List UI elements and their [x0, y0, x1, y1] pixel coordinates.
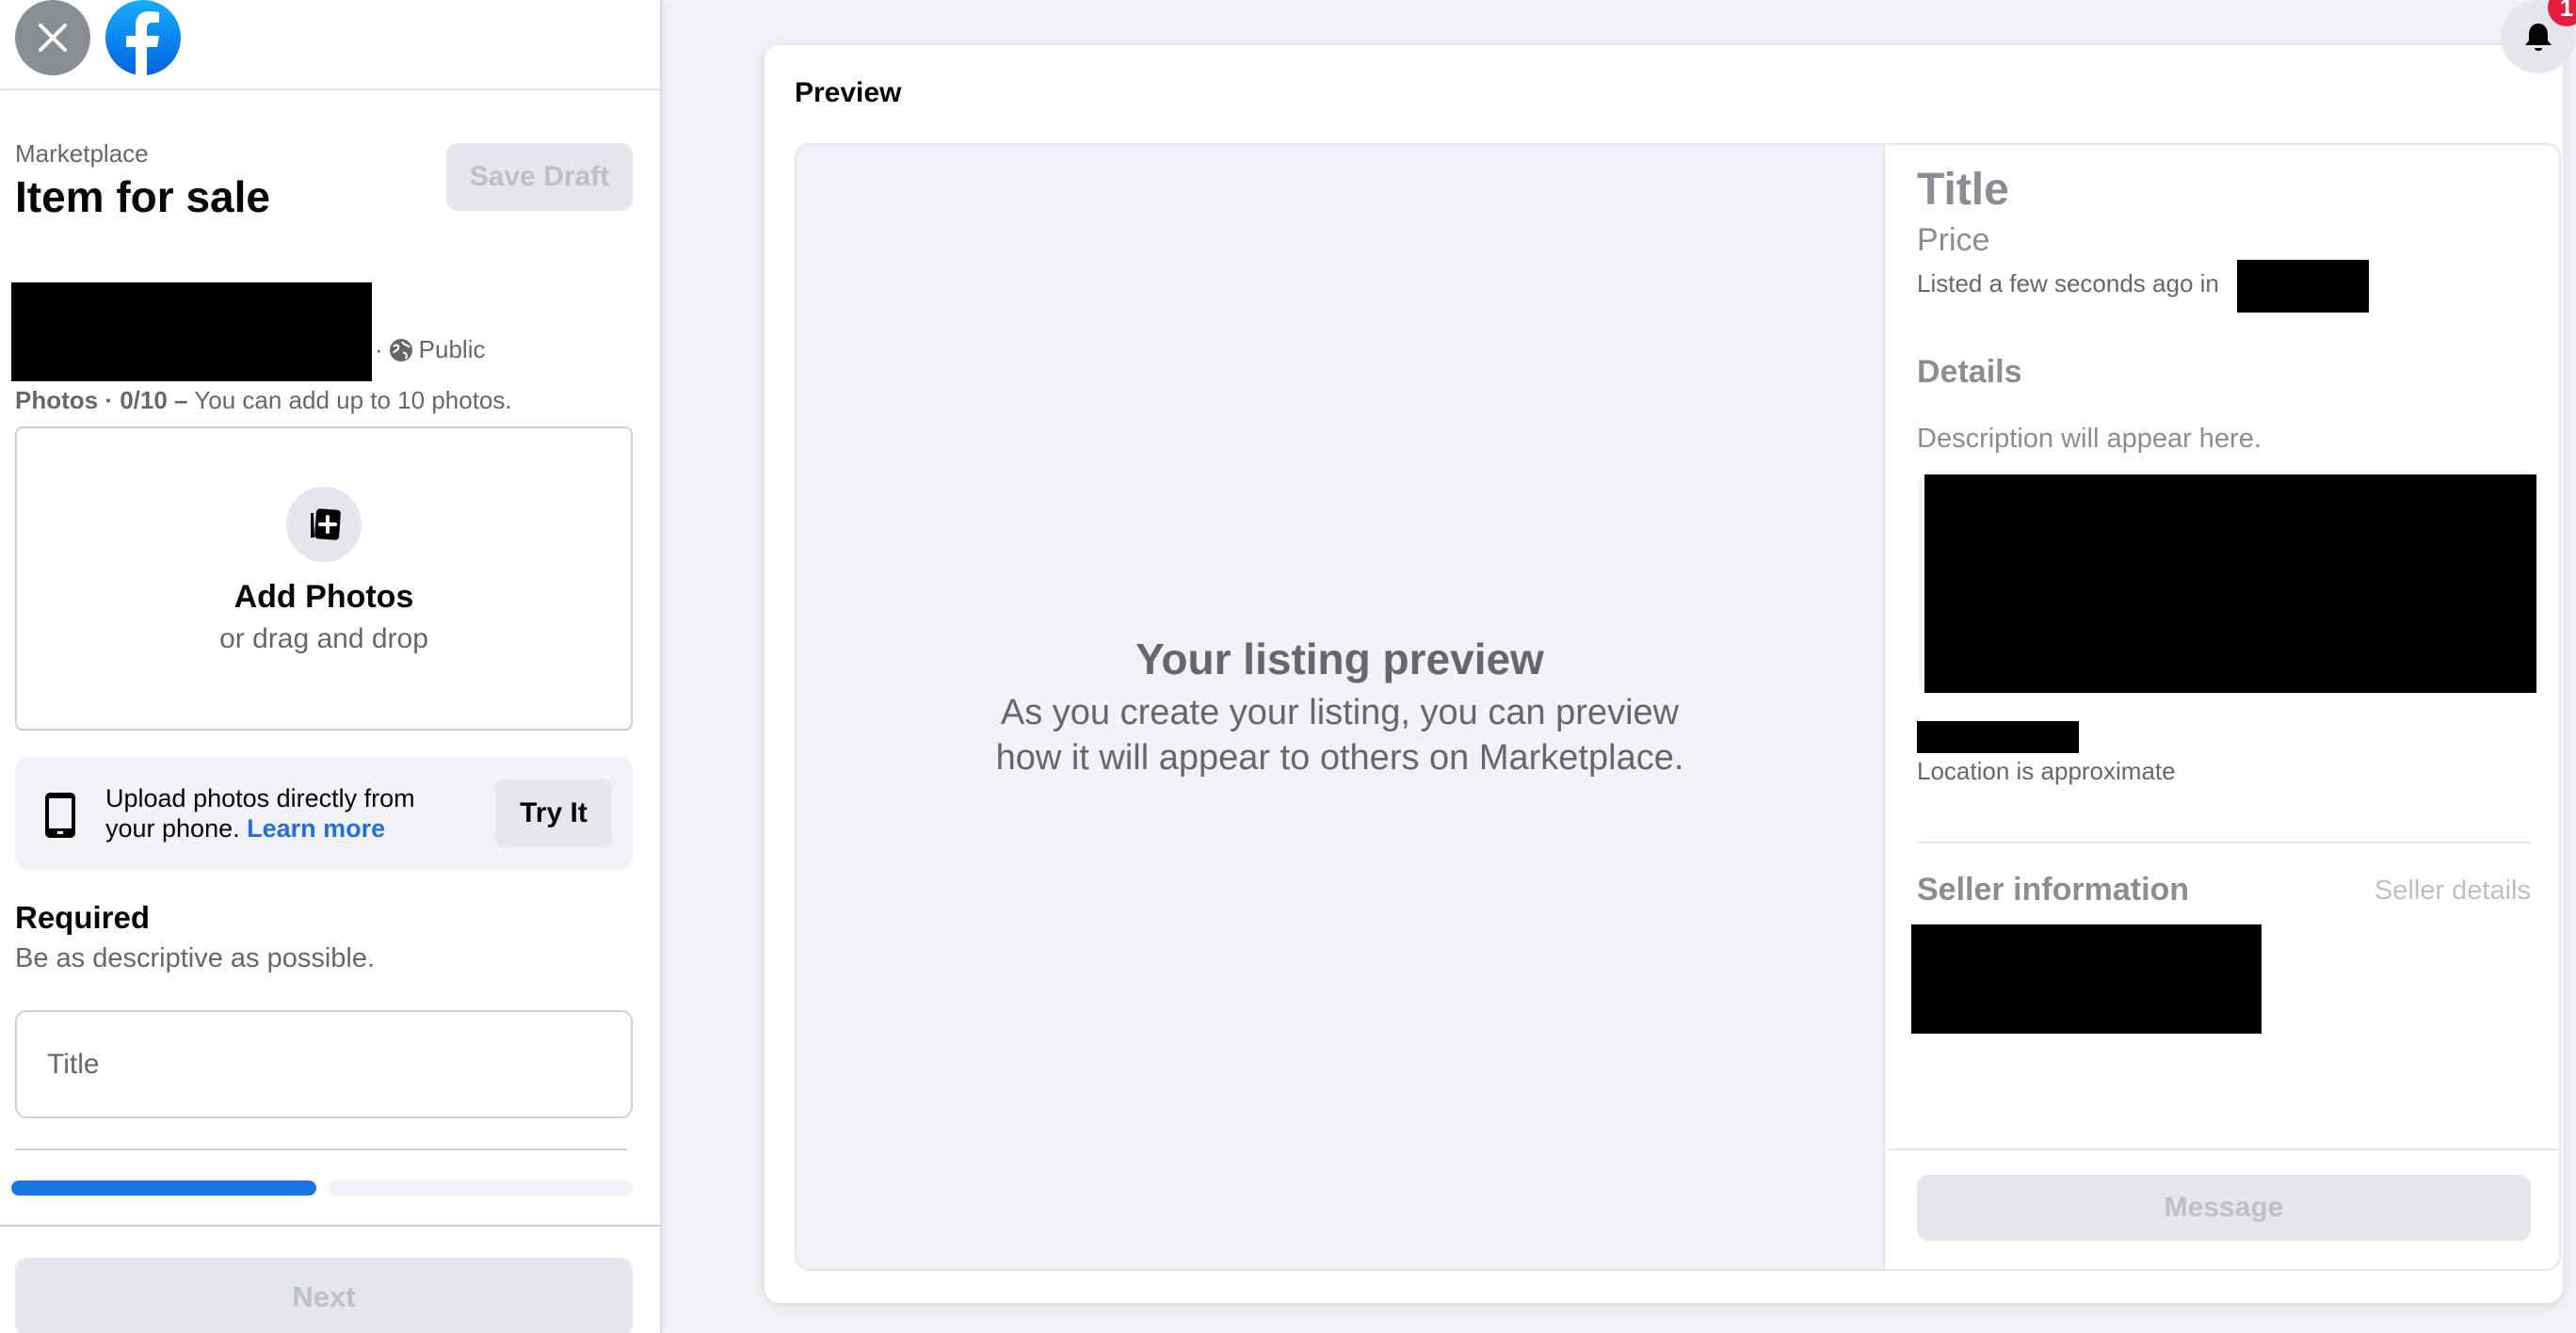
bell-icon [2525, 24, 2552, 51]
close-icon [39, 24, 67, 52]
learn-more-link[interactable]: Learn more [247, 814, 385, 843]
progress-step-remaining [328, 1180, 633, 1196]
phone-upload-text: Upload photos directly from your phone. … [105, 783, 444, 843]
preview-empty-subtitle: As you create your listing, you can prev… [973, 690, 1707, 780]
preview-price: Price [1917, 222, 1990, 258]
title-input[interactable] [15, 1010, 633, 1118]
preview-card: Preview Your listing preview As you crea… [765, 45, 2563, 1303]
seller-details-link[interactable]: Seller details [2375, 875, 2531, 907]
required-subtitle: Be as descriptive as possible. [15, 943, 376, 973]
add-photo-icon [311, 508, 341, 540]
progress-step-completed [11, 1180, 316, 1196]
close-button[interactable] [15, 0, 90, 75]
preview-empty-text: As you create your listing, you can prev… [995, 693, 1684, 778]
try-it-button[interactable]: Try It [495, 779, 612, 847]
redacted-map [1924, 474, 2536, 693]
preview-empty-title: Your listing preview [1135, 634, 1544, 683]
preview-media-area: Your listing preview As you create your … [797, 145, 1885, 1269]
footer-divider [0, 1225, 660, 1227]
redacted-seller [1911, 924, 2262, 1034]
phone-upload-banner: Upload photos directly from your phone. … [15, 757, 633, 870]
field-divider [15, 1148, 627, 1150]
privacy-selector[interactable]: · Public [375, 335, 486, 364]
photos-hint: You can add up to 10 photos. [194, 386, 512, 414]
globe-icon [389, 338, 412, 361]
seller-info-heading: Seller information [1917, 872, 2190, 907]
privacy-separator: · [375, 335, 383, 363]
save-draft-button[interactable]: Save Draft [446, 143, 633, 211]
preview-description: Description will appear here. [1917, 424, 2262, 454]
create-listing-panel: Marketplace Item for sale Save Draft · P… [0, 0, 662, 1333]
page-title: Item for sale [15, 172, 270, 221]
location-approximate-note: Location is approximate [1917, 757, 2176, 785]
breadcrumb-marketplace: Marketplace [15, 139, 149, 168]
photos-count: · 0/10 – [105, 386, 188, 414]
preview-listed-time: Listed a few seconds ago in [1917, 269, 2219, 297]
section-divider [1917, 842, 2531, 843]
footer-divider [1887, 1148, 2559, 1150]
panel-header [0, 0, 660, 90]
mobile-phone-icon [45, 793, 75, 838]
add-photo-icon-wrap [286, 487, 362, 562]
photos-counter: Photos · 0/10 – You can add up to 10 pho… [15, 386, 512, 415]
progress-bar [11, 1180, 633, 1196]
privacy-label: Public [418, 335, 486, 363]
required-heading: Required [15, 900, 151, 935]
message-button[interactable]: Message [1917, 1175, 2531, 1241]
redacted-location-name [1917, 721, 2079, 753]
add-photos-title: Add Photos [233, 579, 414, 615]
preview-details-heading: Details [1917, 354, 2022, 390]
add-photos-subtitle: or drag and drop [219, 623, 428, 654]
facebook-logo-icon [126, 11, 159, 75]
facebook-logo[interactable] [105, 0, 181, 75]
next-button[interactable]: Next [15, 1258, 633, 1333]
photos-label: Photos [15, 386, 99, 414]
preview-details-panel: Title Price Listed a few seconds ago in … [1887, 145, 2559, 1269]
preview-frame: Your listing preview As you create your … [795, 143, 2561, 1271]
redacted-location [2237, 260, 2369, 313]
add-photos-dropzone[interactable]: Add Photos or drag and drop [15, 426, 633, 731]
preview-heading: Preview [795, 77, 902, 108]
redacted-seller-name [11, 282, 372, 381]
preview-title: Title [1917, 165, 2009, 215]
